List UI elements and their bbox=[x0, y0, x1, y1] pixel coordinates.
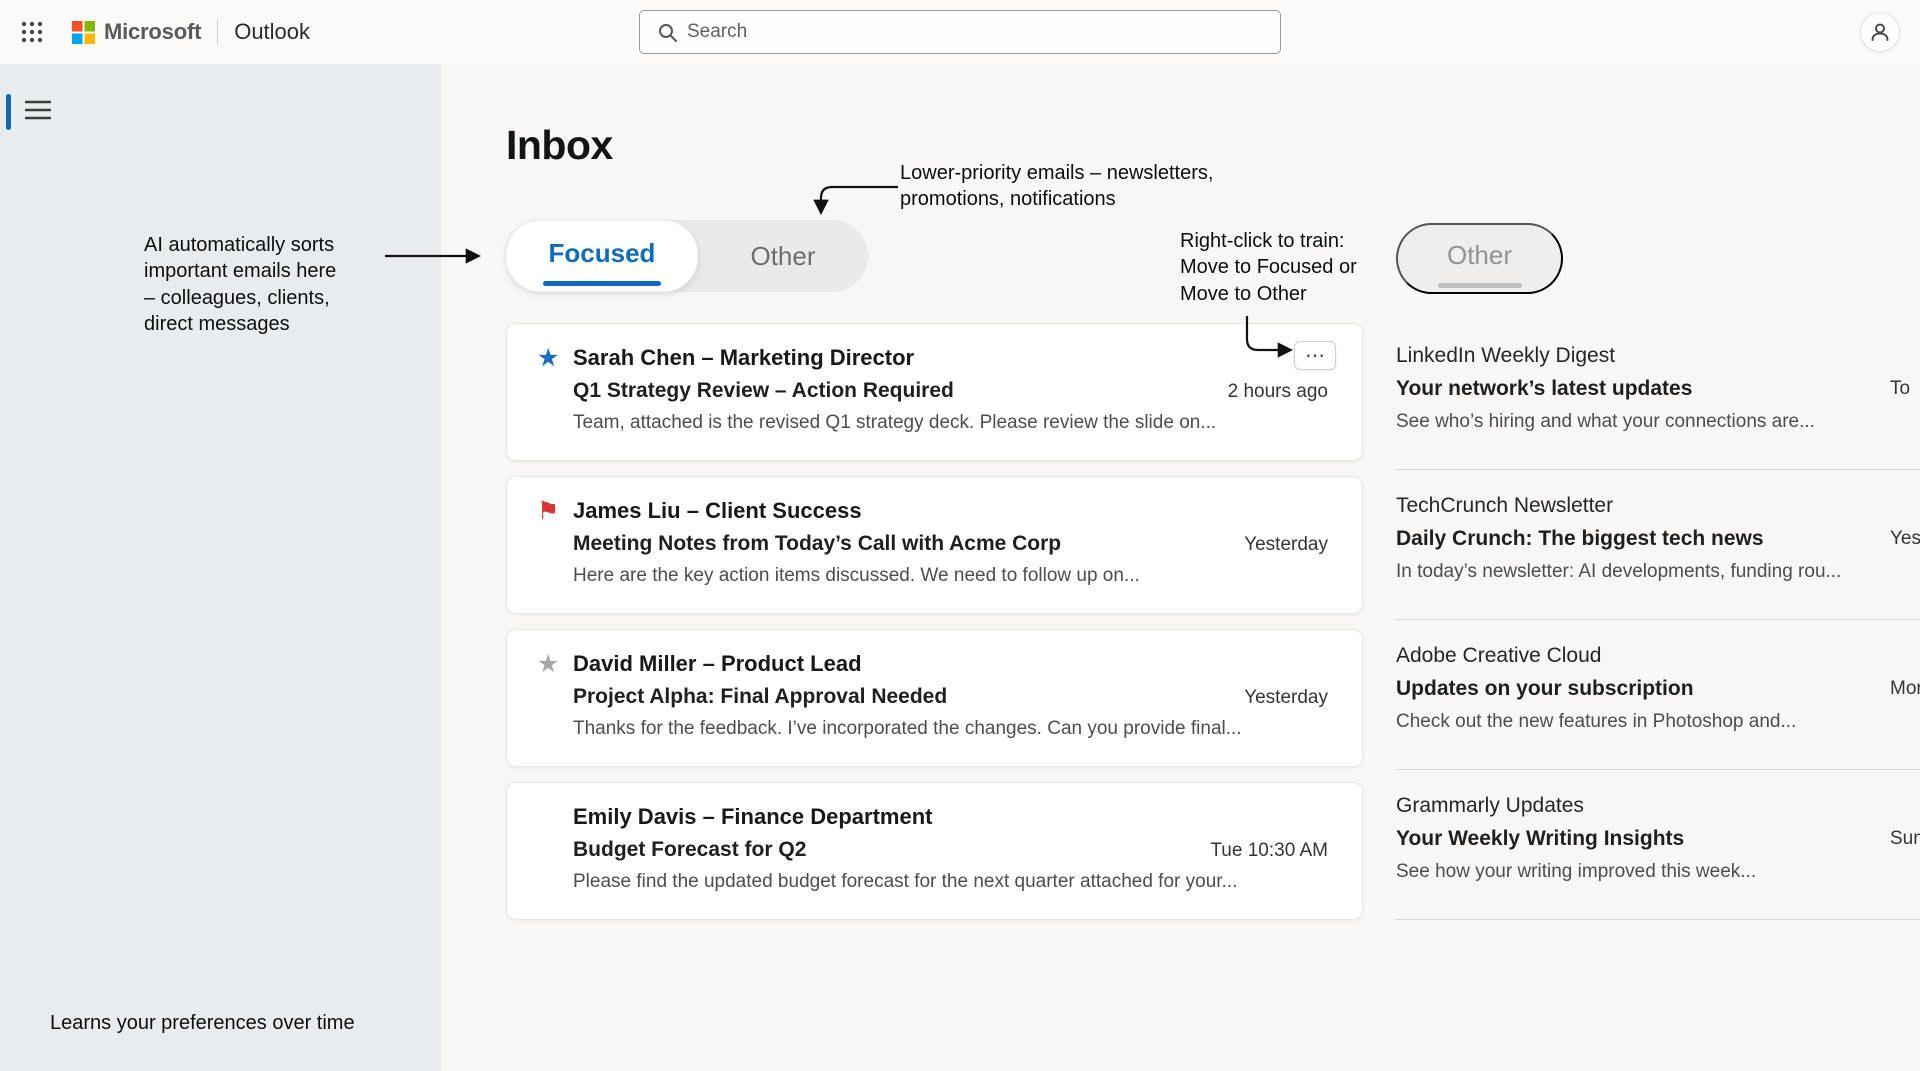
email-time: Yesterday bbox=[1244, 687, 1328, 709]
more-options-button[interactable] bbox=[1294, 341, 1336, 370]
email-content: James Liu – Client Success Meeting Notes… bbox=[573, 498, 1328, 613]
person-icon bbox=[1869, 21, 1891, 43]
email-subject: Your network’s latest updates bbox=[1396, 377, 1920, 401]
other-tab-indicator bbox=[1438, 283, 1522, 288]
brand-area: Microsoft Outlook bbox=[72, 19, 310, 45]
email-item-linkedin[interactable]: LinkedIn Weekly Digest Your network’s la… bbox=[1396, 320, 1920, 470]
email-subject: Updates on your subscription bbox=[1396, 677, 1920, 701]
email-subject: Project Alpha: Final Approval Needed bbox=[573, 685, 947, 709]
email-sender: Grammarly Updates bbox=[1396, 794, 1920, 818]
email-time: Yest bbox=[1890, 528, 1920, 550]
email-sender: Adobe Creative Cloud bbox=[1396, 644, 1920, 668]
email-item-david-miller[interactable]: David Miller – Product Lead Project Alph… bbox=[506, 629, 1363, 767]
email-preview: Thanks for the feedback. I’ve incorporat… bbox=[573, 718, 1328, 740]
email-sender: Sarah Chen – Marketing Director bbox=[573, 345, 1328, 371]
email-subject: Daily Crunch: The biggest tech news bbox=[1396, 527, 1920, 551]
email-subject: Meeting Notes from Today’s Call with Acm… bbox=[573, 532, 1061, 556]
email-preview: See who’s hiring and what your connectio… bbox=[1396, 411, 1920, 433]
search-input[interactable] bbox=[687, 21, 1268, 43]
email-item-techcrunch[interactable]: TechCrunch Newsletter Daily Crunch: The … bbox=[1396, 470, 1920, 620]
email-time: Tue 10:30 AM bbox=[1210, 840, 1328, 862]
email-time: To bbox=[1890, 378, 1910, 400]
email-time: 2 hours ago bbox=[1228, 381, 1328, 403]
search-icon bbox=[658, 23, 677, 42]
tab-other[interactable]: Other bbox=[698, 220, 868, 292]
microsoft-logo-icon bbox=[72, 21, 95, 44]
email-time: Mor bbox=[1890, 678, 1920, 700]
email-item-emily-davis[interactable]: Emily Davis – Finance Department Budget … bbox=[506, 782, 1363, 920]
outlook-app: Microsoft Outlook bbox=[0, 0, 1920, 1071]
email-sender: TechCrunch Newsletter bbox=[1396, 494, 1920, 518]
inbox-tab-group: Focused Other bbox=[506, 220, 868, 292]
email-time: Yesterday bbox=[1244, 534, 1328, 556]
other-panel-tab[interactable]: Other bbox=[1396, 223, 1563, 294]
email-sender: Emily Davis – Finance Department bbox=[573, 804, 1328, 830]
email-preview: Please find the updated budget forecast … bbox=[573, 871, 1328, 893]
top-bar: Microsoft Outlook bbox=[0, 0, 1920, 64]
flag-icon[interactable] bbox=[537, 498, 573, 613]
email-preview: In today’s newsletter: AI developments, … bbox=[1396, 561, 1920, 583]
email-preview: Team, attached is the revised Q1 strateg… bbox=[573, 412, 1328, 434]
account-button[interactable] bbox=[1860, 12, 1900, 52]
brand-name: Microsoft bbox=[104, 19, 201, 45]
nav-accent-bar bbox=[6, 94, 11, 130]
star-outline-icon[interactable] bbox=[537, 651, 573, 766]
app-launcher-icon[interactable] bbox=[10, 10, 54, 54]
page-title: Inbox bbox=[506, 122, 613, 169]
hamburger-menu-icon[interactable] bbox=[18, 90, 58, 130]
email-content: Sarah Chen – Marketing Director Q1 Strat… bbox=[573, 345, 1328, 460]
email-sender: LinkedIn Weekly Digest bbox=[1396, 344, 1920, 368]
tab-other-label: Other bbox=[750, 241, 815, 272]
email-content: David Miller – Product Lead Project Alph… bbox=[573, 651, 1328, 766]
email-item-grammarly[interactable]: Grammarly Updates Your Weekly Writing In… bbox=[1396, 770, 1920, 920]
email-subject: Budget Forecast for Q2 bbox=[573, 838, 806, 862]
email-item-adobe[interactable]: Adobe Creative Cloud Updates on your sub… bbox=[1396, 620, 1920, 770]
email-sender: David Miller – Product Lead bbox=[573, 651, 1328, 677]
email-content: Emily Davis – Finance Department Budget … bbox=[573, 804, 1328, 919]
email-item-james-liu[interactable]: James Liu – Client Success Meeting Notes… bbox=[506, 476, 1363, 614]
annotation-focused-inbox: AI automatically sorts important emails … bbox=[144, 232, 414, 338]
email-subject: Q1 Strategy Review – Action Required bbox=[573, 379, 954, 403]
email-preview: See how your writing improved this week.… bbox=[1396, 861, 1920, 883]
other-panel-tab-label: Other bbox=[1447, 240, 1512, 271]
search-bar[interactable] bbox=[639, 10, 1281, 54]
tab-focused-label: Focused bbox=[549, 238, 656, 269]
other-email-list: LinkedIn Weekly Digest Your network’s la… bbox=[1396, 320, 1920, 920]
arrow-to-other-tab bbox=[821, 187, 898, 212]
focused-email-list: Sarah Chen – Marketing Director Q1 Strat… bbox=[506, 323, 1363, 920]
active-tab-indicator bbox=[543, 281, 661, 286]
email-preview: Check out the new features in Photoshop … bbox=[1396, 711, 1920, 733]
no-icon-spacer bbox=[537, 804, 573, 919]
waffle-grid-icon bbox=[21, 21, 43, 43]
email-sender: James Liu – Client Success bbox=[573, 498, 1328, 524]
tab-focused[interactable]: Focused bbox=[506, 220, 698, 292]
left-sidebar: AI automatically sorts important emails … bbox=[0, 64, 441, 1071]
star-filled-icon[interactable] bbox=[537, 345, 573, 460]
app-name: Outlook bbox=[234, 19, 310, 45]
email-time: Sun bbox=[1890, 828, 1920, 850]
email-subject: Your Weekly Writing Insights bbox=[1396, 827, 1920, 851]
brand-divider bbox=[217, 19, 218, 45]
annotation-learns-preferences: Learns your preferences over time bbox=[50, 1010, 355, 1036]
annotation-right-click-train: Right-click to train: Move to Focused or… bbox=[1180, 228, 1357, 307]
email-preview: Here are the key action items discussed.… bbox=[573, 565, 1328, 587]
annotation-other-tab: Lower-priority emails – newsletters, pro… bbox=[900, 160, 1213, 213]
email-item-sarah-chen[interactable]: Sarah Chen – Marketing Director Q1 Strat… bbox=[506, 323, 1363, 461]
